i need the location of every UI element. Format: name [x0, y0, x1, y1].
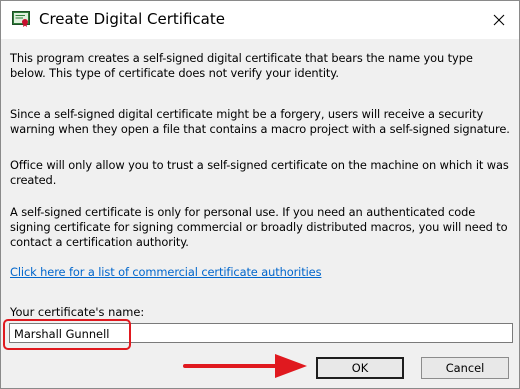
trust-machine-paragraph: Office will only allow you to trust a se… — [10, 158, 509, 187]
pointer-arrow-annotation — [183, 354, 307, 378]
close-button[interactable] — [479, 1, 519, 39]
create-digital-certificate-dialog: Create Digital Certificate This program … — [0, 0, 520, 389]
certificate-name-label: Your certificate's name: — [10, 305, 145, 319]
ok-button[interactable]: OK — [316, 357, 404, 379]
certificate-authorities-link[interactable]: Click here for a list of commercial cert… — [10, 265, 322, 280]
forgery-warning-paragraph: Since a self-signed digital certificate … — [10, 107, 510, 136]
cancel-button[interactable]: Cancel — [421, 357, 509, 379]
certificate-app-icon — [12, 11, 30, 27]
title-bar: Create Digital Certificate — [1, 1, 519, 39]
description-paragraph: This program creates a self-signed digit… — [10, 51, 473, 80]
dialog-content: This program creates a self-signed digit… — [1, 39, 519, 388]
personal-use-paragraph: A self-signed certificate is only for pe… — [10, 205, 508, 249]
certificate-name-input[interactable] — [9, 323, 513, 343]
close-icon — [493, 14, 505, 26]
dialog-title: Create Digital Certificate — [39, 10, 225, 28]
